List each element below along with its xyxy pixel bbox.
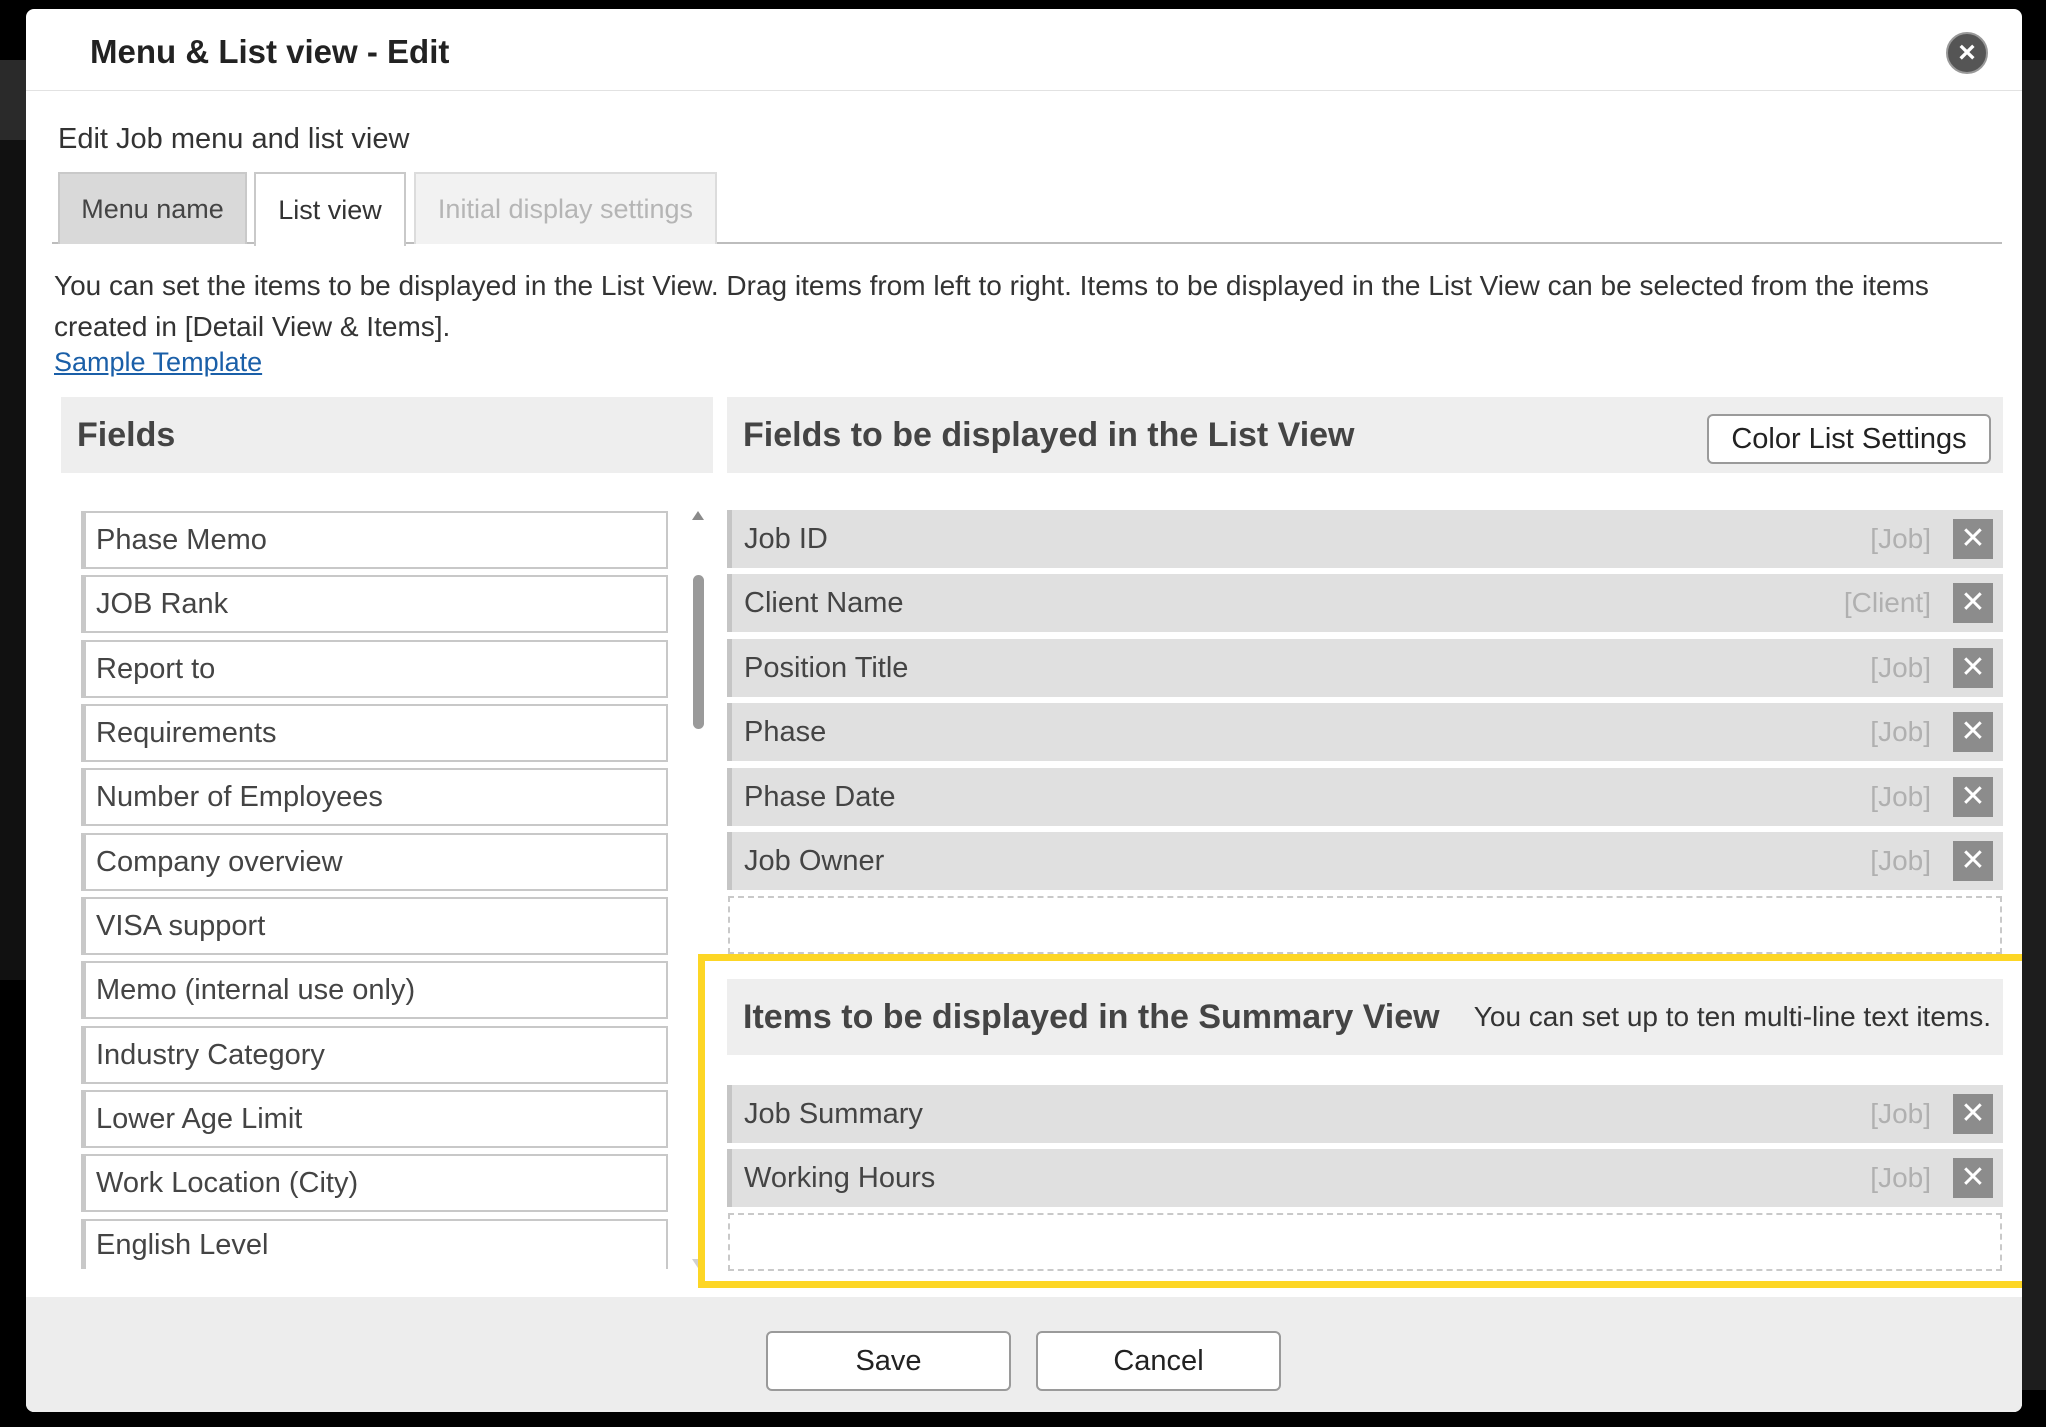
cancel-button[interactable]: Cancel — [1036, 1331, 1281, 1391]
list-view-panel-header: Fields to be displayed in the List View … — [727, 397, 2003, 473]
field-item[interactable]: Phase Memo — [81, 511, 668, 569]
list-view-item[interactable]: Phase Date [Job] ✕ — [727, 768, 2003, 826]
close-icon[interactable]: × — [1946, 32, 1988, 74]
field-item[interactable]: Memo (internal use only) — [81, 961, 668, 1019]
remove-icon[interactable]: ✕ — [1953, 648, 1993, 688]
list-view-panel-title: Fields to be displayed in the List View — [743, 415, 1355, 454]
list-view-item[interactable]: Job ID [Job] ✕ — [727, 510, 2003, 568]
list-view-item-label: Phase Date — [744, 780, 896, 813]
fields-panel-header: Fields — [61, 397, 713, 473]
tab-bar: Menu name List view Initial display sett… — [52, 172, 2002, 246]
list-view-item[interactable]: Client Name [Client] ✕ — [727, 574, 2003, 632]
list-view-item-tag: [Job] — [1870, 781, 1931, 812]
summary-view-item-label: Job Summary — [744, 1097, 923, 1130]
color-list-settings-button[interactable]: Color List Settings — [1707, 414, 1991, 464]
list-view-item-tag: [Job] — [1870, 845, 1931, 876]
field-item[interactable]: Report to — [81, 640, 668, 698]
field-item[interactable]: Work Location (City) — [81, 1154, 668, 1212]
tab-menu-name[interactable]: Menu name — [58, 172, 247, 244]
sample-template-link[interactable]: Sample Template — [54, 347, 262, 378]
field-item[interactable]: English Level — [81, 1219, 668, 1269]
summary-view-item[interactable]: Working Hours [Job] ✕ — [727, 1149, 2003, 1207]
remove-icon[interactable]: ✕ — [1953, 519, 1993, 559]
modal-title: Menu & List view - Edit — [90, 33, 450, 70]
remove-icon[interactable]: ✕ — [1953, 1094, 1993, 1134]
remove-icon[interactable]: ✕ — [1953, 841, 1993, 881]
list-view-item-label: Client Name — [744, 586, 904, 619]
field-item[interactable]: JOB Rank — [81, 575, 668, 633]
list-view-drop-zone[interactable] — [728, 896, 2002, 954]
remove-icon[interactable]: ✕ — [1953, 583, 1993, 623]
list-view-item[interactable]: Job Owner [Job] ✕ — [727, 832, 2003, 890]
background-app-edge — [2022, 60, 2046, 1390]
background-app-edge — [0, 140, 26, 980]
modal-header: Menu & List view - Edit × — [26, 9, 2022, 91]
summary-view-note: You can set up to ten multi-line text it… — [1473, 1001, 1991, 1032]
scroll-thumb[interactable] — [693, 575, 704, 729]
list-view-item-label: Position Title — [744, 651, 909, 684]
remove-icon[interactable]: ✕ — [1953, 777, 1993, 817]
list-view-item-tag: [Job] — [1870, 716, 1931, 747]
list-view-item[interactable]: Phase [Job] ✕ — [727, 703, 2003, 761]
list-view-item-tag: [Job] — [1870, 652, 1931, 683]
field-item[interactable]: Lower Age Limit — [81, 1090, 668, 1148]
tab-list-view[interactable]: List view — [254, 172, 406, 246]
instructions-text: You can set the items to be displayed in… — [54, 270, 1929, 342]
scroll-up-icon[interactable] — [692, 511, 704, 520]
summary-view-item-label: Working Hours — [744, 1161, 936, 1194]
field-item[interactable]: Requirements — [81, 704, 668, 762]
save-button[interactable]: Save — [766, 1331, 1011, 1391]
remove-icon[interactable]: ✕ — [1953, 712, 1993, 752]
list-view-item-label: Job Owner — [744, 844, 885, 877]
summary-view-panel-title: Items to be displayed in the Summary Vie… — [743, 997, 1440, 1036]
summary-view-item[interactable]: Job Summary [Job] ✕ — [727, 1085, 2003, 1143]
summary-view-drop-zone[interactable] — [728, 1213, 2002, 1271]
tab-initial-display-settings[interactable]: Initial display settings — [414, 172, 717, 244]
list-view-item-tag: [Job] — [1870, 523, 1931, 554]
list-view-item[interactable]: Position Title [Job] ✕ — [727, 639, 2003, 697]
background-app-edge — [0, 60, 26, 140]
list-view-item-label: Job ID — [744, 522, 828, 555]
modal-footer: Save Cancel — [26, 1297, 2022, 1412]
list-view-item-label: Phase — [744, 715, 827, 748]
field-item[interactable]: Industry Category — [81, 1026, 668, 1084]
field-item[interactable]: VISA support — [81, 897, 668, 955]
modal-subtitle: Edit Job menu and list view — [58, 123, 410, 155]
field-item[interactable]: Company overview — [81, 833, 668, 891]
list-view-item-tag: [Client] — [1843, 587, 1931, 618]
field-item[interactable]: Number of Employees — [81, 768, 668, 826]
summary-view-item-tag: [Job] — [1870, 1098, 1931, 1129]
summary-view-panel-header: Items to be displayed in the Summary Vie… — [727, 979, 2003, 1055]
remove-icon[interactable]: ✕ — [1953, 1158, 1993, 1198]
fields-panel-title: Fields — [77, 415, 176, 454]
menu-list-view-edit-modal: Menu & List view - Edit × Edit Job menu … — [26, 9, 2022, 1412]
summary-view-item-tag: [Job] — [1870, 1162, 1931, 1193]
